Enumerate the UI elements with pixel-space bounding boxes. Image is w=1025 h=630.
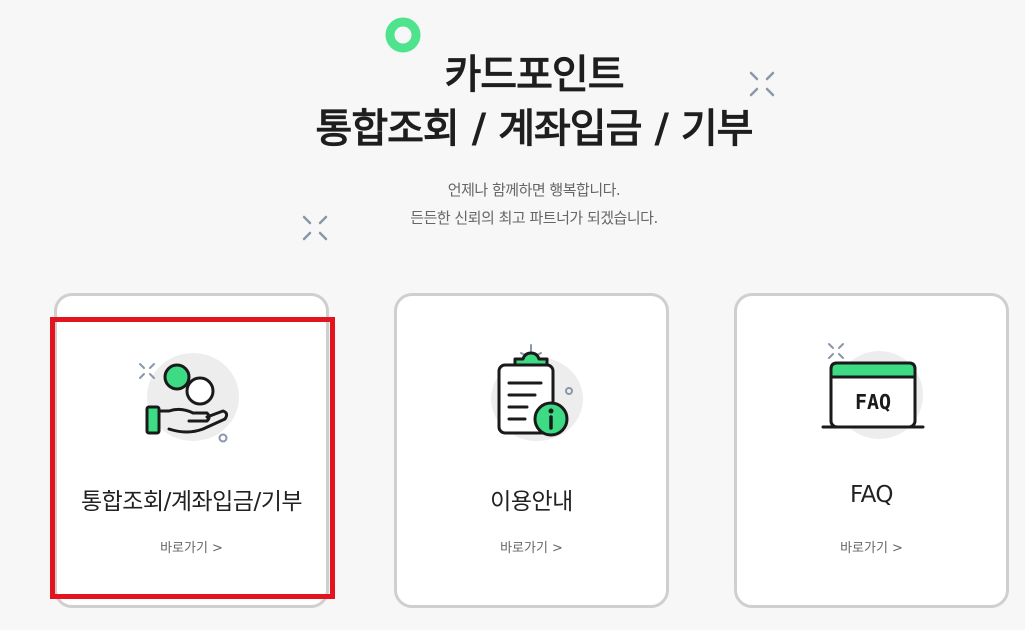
card-faq[interactable]: FAQ FAQ 바로가기 > (734, 293, 1009, 608)
hero-subtitle: 언제나 함께하면 행복합니다. 든든한 신뢰의 최고 파트너가 되겠습니다. (0, 176, 1025, 232)
card-link[interactable]: 바로가기 > (397, 537, 666, 556)
card-link[interactable]: 바로가기 > (737, 537, 1006, 556)
card-usage-guide[interactable]: 이용안내 바로가기 > (394, 293, 669, 608)
faq-window-icon: FAQ (821, 343, 924, 439)
card-title: FAQ (849, 482, 894, 508)
hero-subtitle-line2: 든든한 신뢰의 최고 파트너가 되겠습니다. (410, 209, 658, 227)
card-title: 이용안내 (490, 489, 573, 515)
card-link[interactable]: 바로가기 > (57, 537, 326, 556)
hero-title-line1: 카드포인트 (444, 52, 625, 98)
hero-title-line2: 통합조회 / 계좌입금 / 기부 (315, 106, 754, 152)
card-point-inquiry[interactable]: 통합조회/계좌입금/기부 바로가기 > (54, 293, 329, 608)
coins-hand-icon (138, 353, 239, 443)
clipboard-info-icon (490, 344, 583, 441)
faq-icon-text: FAQ (854, 390, 890, 414)
hero-subtitle-line1: 언제나 함께하면 행복합니다. (447, 181, 621, 199)
card-title: 통합조회/계좌입금/기부 (80, 489, 303, 515)
hero-title: 카드포인트 통합조회 / 계좌입금 / 기부 (0, 48, 1025, 156)
